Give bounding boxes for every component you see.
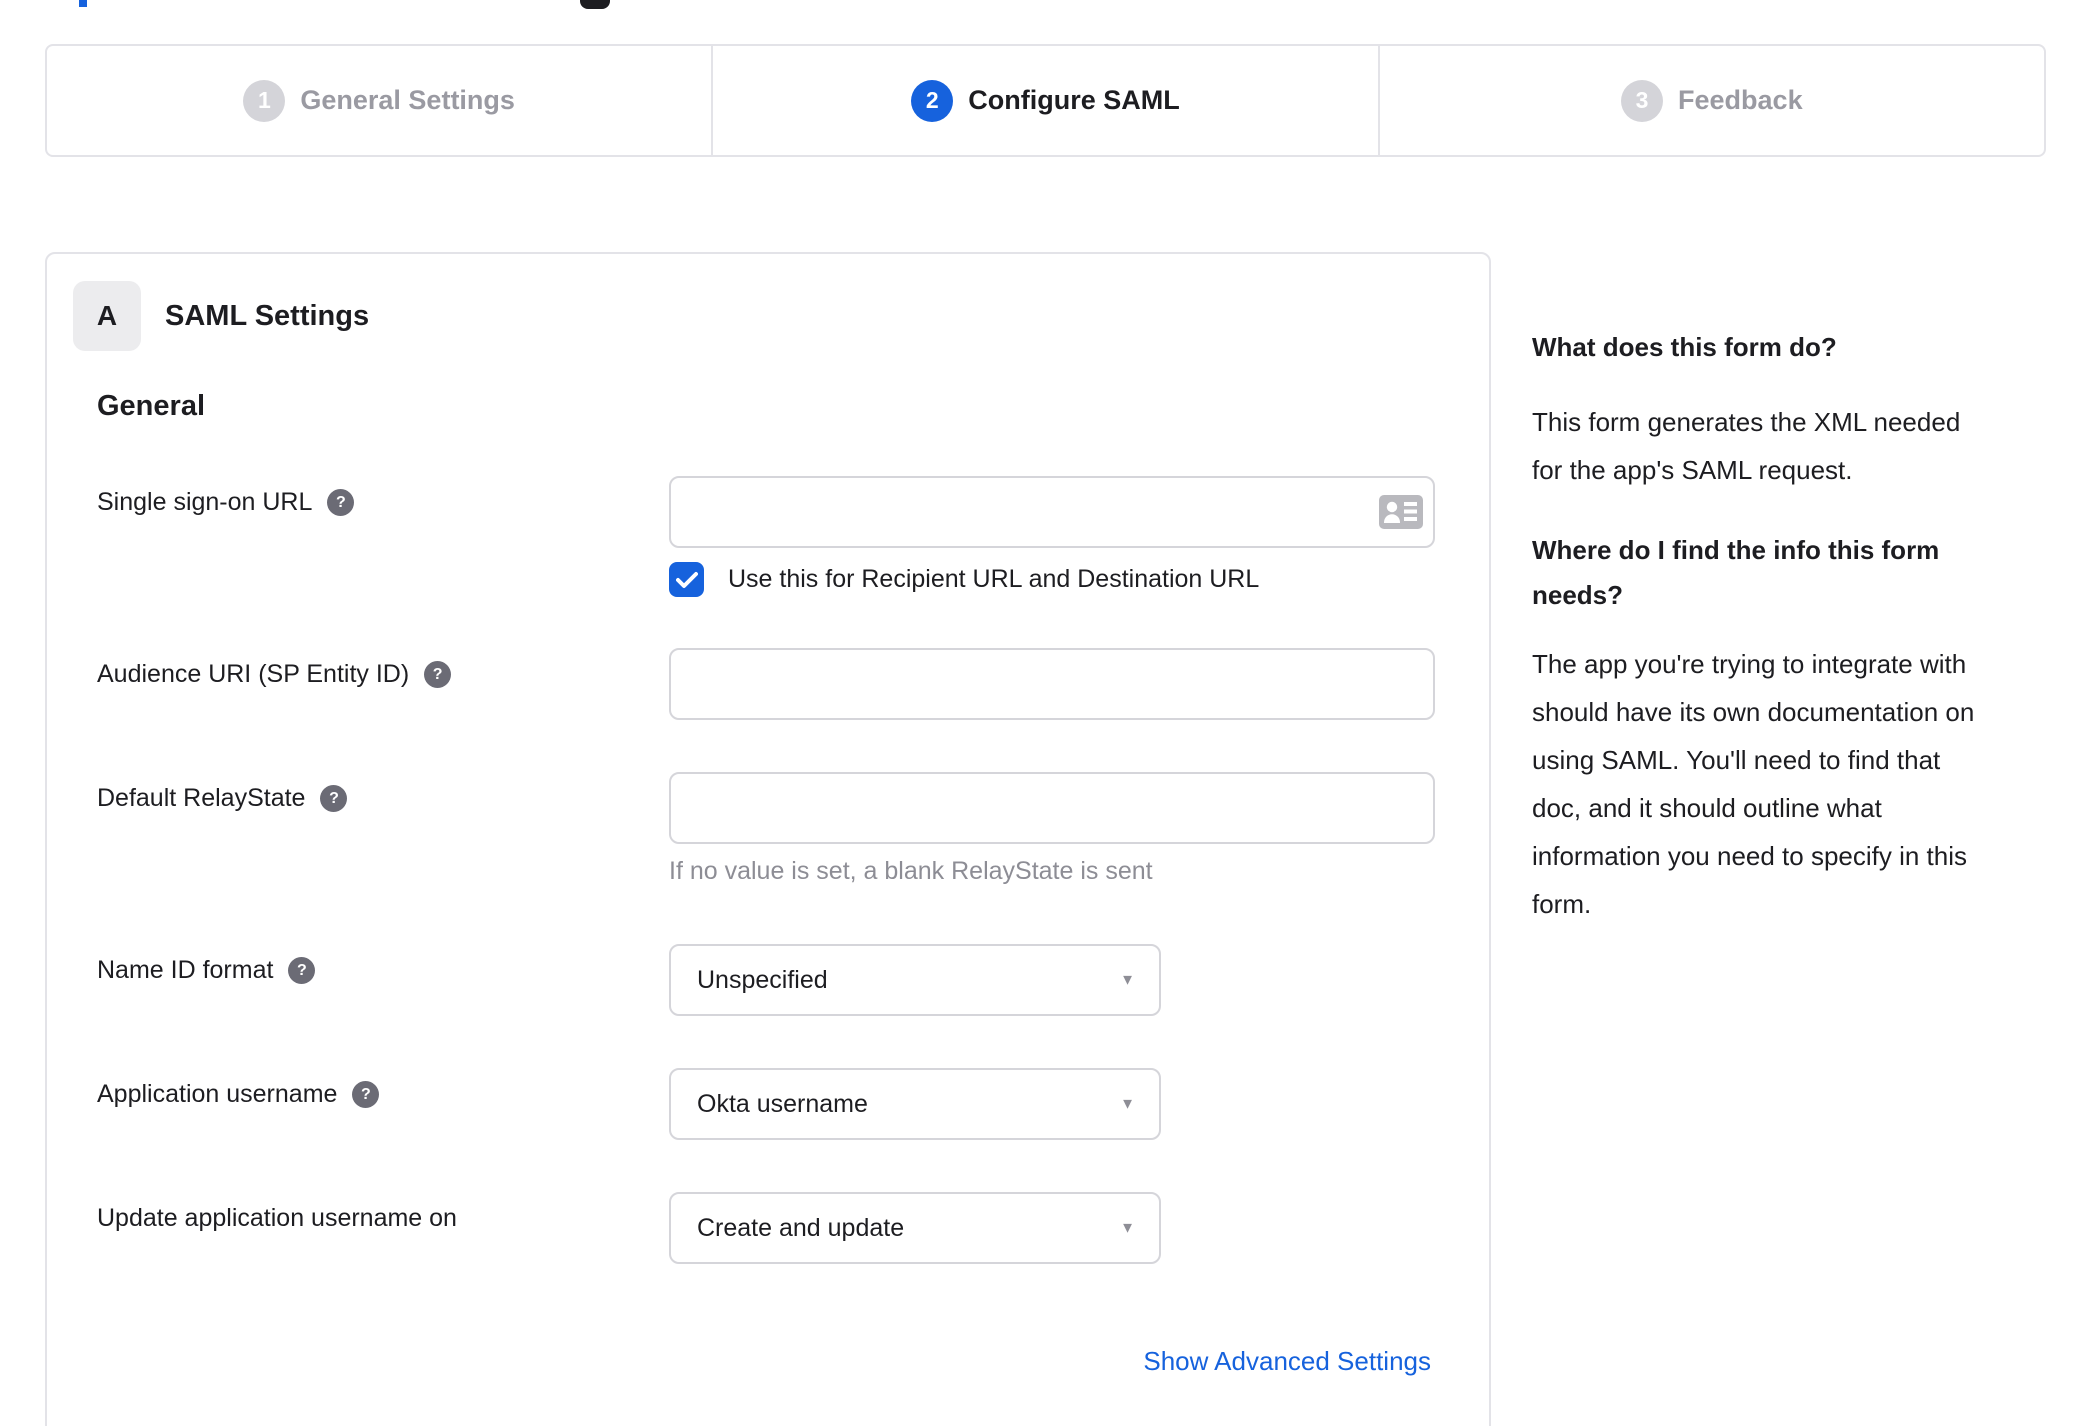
help-sidebar: What does this form do? This form genera…: [1532, 325, 2032, 928]
application-username-select[interactable]: Okta username ▼: [669, 1068, 1161, 1140]
field-row-default-relaystate: Default RelayState ?: [97, 772, 1443, 844]
stepper-step-general-settings[interactable]: 1 General Settings: [47, 46, 714, 155]
panel-header: A SAML Settings: [73, 281, 369, 351]
audience-uri-input[interactable]: [669, 648, 1435, 720]
help-icon[interactable]: ?: [424, 661, 452, 688]
show-advanced-settings-link[interactable]: Show Advanced Settings: [1143, 1346, 1431, 1377]
step-2-number-badge: 2: [911, 79, 954, 122]
stepper-step-configure-saml[interactable]: 2 Configure SAML: [713, 46, 1380, 155]
help-icon[interactable]: ?: [288, 957, 316, 984]
chevron-down-icon: ▼: [1120, 1095, 1135, 1113]
relaystate-hint-text: If no value is set, a blank RelayState i…: [669, 857, 1153, 885]
help-icon[interactable]: ?: [320, 785, 348, 812]
sidebar-question-2: Where do I find the info this form needs…: [1532, 535, 1940, 610]
default-relaystate-input[interactable]: [669, 772, 1435, 844]
name-id-format-label: Name ID format ?: [97, 956, 316, 985]
application-username-value: Okta username: [697, 1089, 868, 1118]
single-sign-on-url-label: Single sign-on URL ?: [97, 488, 355, 517]
recipient-destination-checkbox-row[interactable]: Use this for Recipient URL and Destinati…: [669, 562, 1259, 597]
address-card-icon[interactable]: [1379, 495, 1423, 529]
stepper-step-feedback[interactable]: 3 Feedback: [1380, 46, 2044, 155]
audience-uri-label: Audience URI (SP Entity ID) ?: [97, 660, 452, 689]
step-3-label: Feedback: [1678, 85, 1803, 115]
wizard-stepper: 1 General Settings 2 Configure SAML 3 Fe…: [45, 44, 2046, 157]
update-application-username-value: Create and update: [697, 1213, 905, 1242]
default-relaystate-label: Default RelayState ?: [97, 784, 348, 813]
checkbox-checked-icon[interactable]: [669, 562, 704, 597]
step-1-label: General Settings: [300, 85, 515, 115]
clipped-title-fragment-blue: [79, 0, 87, 7]
help-icon[interactable]: ?: [352, 1081, 380, 1108]
chevron-down-icon: ▼: [1120, 971, 1135, 989]
section-badge-a: A: [73, 281, 141, 351]
update-application-username-select[interactable]: Create and update ▼: [669, 1192, 1161, 1264]
panel-title: SAML Settings: [165, 299, 370, 332]
step-2-label: Configure SAML: [968, 85, 1180, 115]
field-row-single-sign-on-url: Single sign-on URL ?: [97, 476, 1443, 548]
clipped-title-fragment-dark: [580, 0, 610, 9]
help-icon[interactable]: ?: [327, 489, 355, 516]
update-application-username-label: Update application username on: [97, 1204, 457, 1232]
chevron-down-icon: ▼: [1120, 1219, 1135, 1237]
single-sign-on-url-input[interactable]: [669, 476, 1435, 548]
sidebar-answer-1: This form generates the XML needed for t…: [1532, 407, 1961, 485]
checkbox-label: Use this for Recipient URL and Destinati…: [728, 565, 1260, 593]
field-row-update-application-username: Update application username on Create an…: [97, 1192, 1443, 1264]
name-id-format-select[interactable]: Unspecified ▼: [669, 944, 1161, 1016]
field-row-name-id-format: Name ID format ? Unspecified ▼: [97, 944, 1443, 1016]
field-row-audience-uri: Audience URI (SP Entity ID) ?: [97, 648, 1443, 720]
general-group-title: General: [97, 390, 205, 422]
application-username-label: Application username ?: [97, 1080, 380, 1109]
step-3-number-badge: 3: [1621, 79, 1664, 122]
saml-settings-panel: A SAML Settings General Single sign-on U…: [45, 252, 1491, 1426]
sidebar-question-1: What does this form do?: [1532, 332, 1837, 362]
sidebar-answer-2: The app you're trying to integrate with …: [1532, 649, 1975, 919]
name-id-format-value: Unspecified: [697, 965, 828, 994]
field-row-application-username: Application username ? Okta username ▼: [97, 1068, 1443, 1140]
step-1-number-badge: 1: [243, 79, 286, 122]
